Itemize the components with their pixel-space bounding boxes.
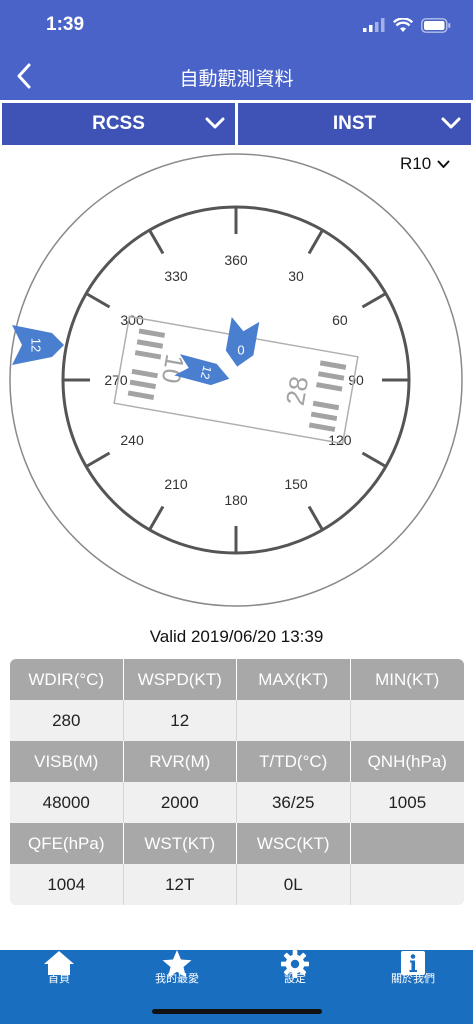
table-header-cell: T/TD(°C): [237, 741, 351, 782]
compass-tick: [307, 229, 324, 255]
compass-heading-label: 360: [224, 252, 248, 268]
compass-heading-label: 30: [288, 268, 304, 284]
table-value-cell: 36/25: [237, 782, 351, 823]
direction-arrow: 0: [225, 316, 260, 367]
home-indicator: [152, 1009, 322, 1014]
compass-heading-labels: 360 30 60 90 120 150 180 210 240 270 300 330: [104, 252, 364, 508]
tab-label: 首頁: [48, 972, 70, 985]
table-value-cell: 2000: [123, 782, 237, 823]
table-value-cell: 1004: [10, 864, 124, 905]
compass-heading-label: 90: [348, 372, 364, 388]
table-value-cell: 1005: [350, 782, 464, 823]
selector-row: RCSS INST: [0, 101, 473, 145]
tab-label: 設定: [284, 972, 306, 985]
mode-value: INST: [332, 113, 377, 134]
compass-heading-label: 270: [104, 372, 128, 388]
valid-timestamp: Valid 2019/06/20 13:39: [149, 627, 324, 646]
table-value-cell: 12T: [123, 864, 237, 905]
signal-icon: [363, 18, 385, 32]
compass-tick: [85, 451, 111, 468]
tab-label: 我的最愛: [155, 972, 199, 985]
table-header-cell: VISB(M): [10, 741, 124, 782]
table-header-row: WDIR(°C) WSPD(KT) MAX(KT) MIN(KT): [10, 659, 464, 700]
table-value-cell: 48000: [10, 782, 124, 823]
direction-arrow-label: 0: [237, 343, 244, 358]
station-value: RCSS: [92, 113, 145, 134]
table-header-cell: QFE(hPa): [10, 823, 124, 864]
compass-heading-label: 240: [120, 432, 144, 448]
compass-tick: [361, 292, 387, 309]
bottom-tab-bar: 首頁 我的最愛 設定 關於我們: [0, 950, 473, 1024]
tab-about[interactable]: 關於我們: [354, 950, 472, 1000]
station-dropdown[interactable]: RCSS: [2, 103, 235, 145]
chevron-down-icon: [205, 117, 225, 129]
compass-tick: [148, 229, 165, 255]
table-header-row: VISB(M) RVR(M) T/TD(°C) QNH(hPa): [10, 741, 464, 782]
compass-heading-label: 300: [120, 312, 144, 328]
status-time: 1:39: [46, 14, 85, 35]
compass-heading-label: 120: [328, 432, 352, 448]
table-value-row: 48000 2000 36/25 1005: [10, 782, 464, 823]
table-header-row: QFE(hPa) WST(KT) WSC(KT): [10, 823, 464, 864]
status-icons: [363, 14, 451, 36]
page-title: 自動觀測資料: [179, 68, 294, 90]
wifi-icon: [393, 17, 413, 32]
compass-tick: [361, 451, 387, 468]
table-header-cell: WSPD(KT): [123, 659, 237, 700]
compass-heading-label: 330: [164, 268, 188, 284]
table-header-cell: WST(KT): [123, 823, 237, 864]
chevron-down-icon: [441, 117, 461, 129]
app-header: 1:39 自動觀測資料: [0, 0, 473, 100]
table-header-cell: RVR(M): [123, 741, 237, 782]
outer-wind-arrow: 12: [12, 325, 64, 365]
tab-settings[interactable]: 設定: [236, 950, 354, 1000]
table-value-cell: 280: [10, 700, 124, 741]
mode-dropdown[interactable]: INST: [238, 103, 471, 145]
observation-table: WDIR(°C) WSPD(KT) MAX(KT) MIN(KT) 280 12…: [10, 659, 464, 905]
runway-number-right: 28: [280, 374, 315, 408]
compass-heading-label: 210: [164, 476, 188, 492]
table-header-cell: [350, 823, 464, 864]
table-value-row: 1004 12T 0L: [10, 864, 464, 905]
outer-arrow-label: 12: [29, 338, 44, 352]
tab-label: 關於我們: [391, 972, 435, 985]
table-value-cell: 12: [123, 700, 237, 741]
compass-tick: [307, 505, 324, 531]
table-header-cell: QNH(hPa): [350, 741, 464, 782]
table-value-cell: [350, 864, 464, 905]
battery-icon: [421, 17, 451, 33]
runway-threshold-right: [308, 360, 347, 432]
compass-heading-label: 150: [284, 476, 308, 492]
table-value-cell: 0L: [237, 864, 351, 905]
table-value-cell: [237, 700, 351, 741]
table-value-row: 280 12: [10, 700, 464, 741]
table-header-cell: WDIR(°C): [10, 659, 124, 700]
table-value-cell: [350, 700, 464, 741]
compass-tick: [85, 292, 111, 309]
wind-compass: 360306090120150180210240270300330 10 28 …: [9, 153, 463, 607]
table-header-cell: MAX(KT): [237, 659, 351, 700]
tab-favorites[interactable]: 我的最愛: [118, 950, 236, 1000]
compass-tick: [148, 505, 165, 531]
compass-heading-label: 60: [332, 312, 348, 328]
table-header-cell: MIN(KT): [350, 659, 464, 700]
compass-heading-label: 180: [224, 492, 248, 508]
table-header-cell: WSC(KT): [237, 823, 351, 864]
tab-home[interactable]: 首頁: [0, 950, 118, 1000]
